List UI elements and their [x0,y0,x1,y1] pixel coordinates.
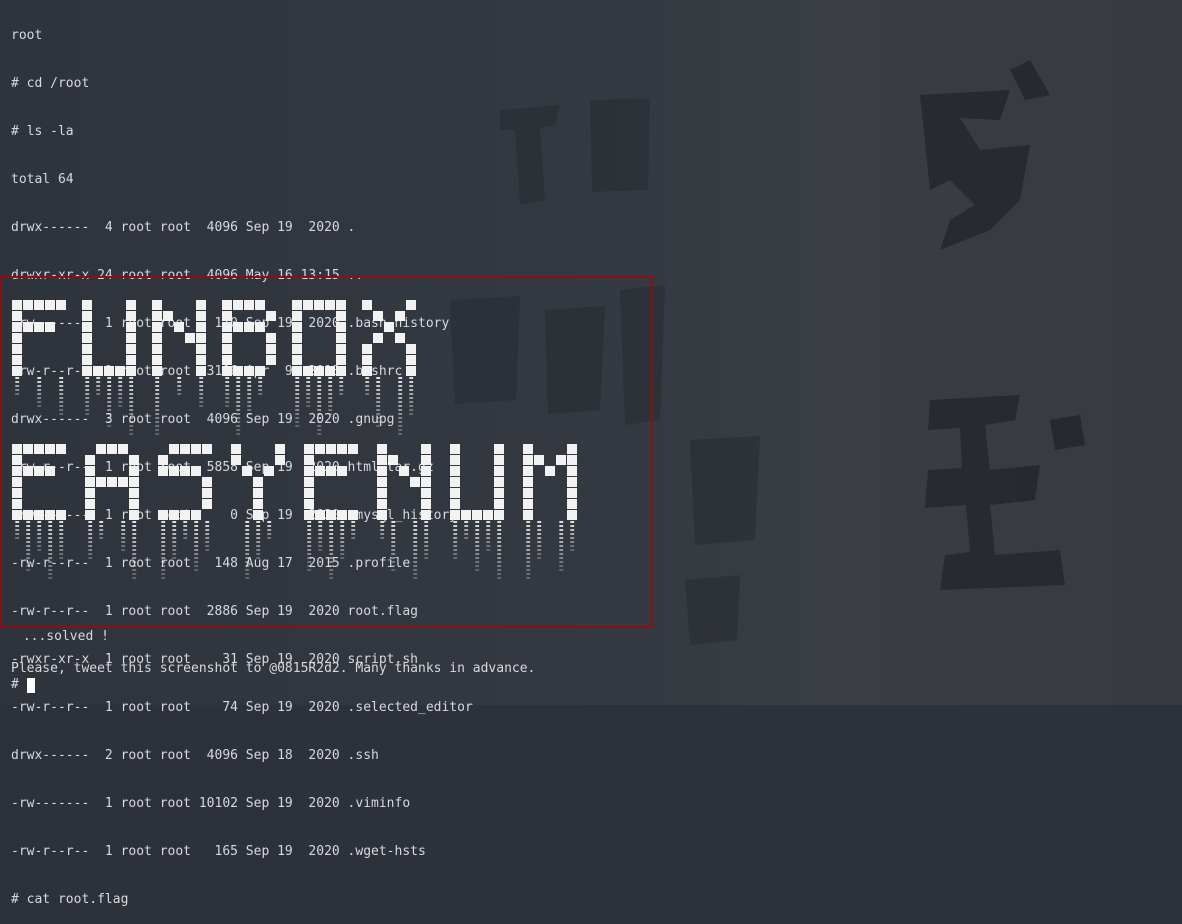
terminal-line: # ls -la [11,124,74,139]
terminal-line: total 64 [11,172,74,187]
terminal-line: # cat root.flag [11,892,129,907]
terminal-line: drwx------ 2 root root 4096 Sep 18 2020 … [11,748,379,763]
terminal-line: -rw-r--r-- 1 root root 74 Sep 19 2020 .s… [11,700,473,715]
prompt-symbol: # [11,677,19,692]
terminal-line: -rw------- 1 root root 10102 Sep 19 2020… [11,796,411,811]
solved-message: ...solved ! [15,629,109,644]
terminal-line: -rw-r--r-- 1 root root 165 Sep 19 2020 .… [11,844,426,859]
block-cursor-icon [26,677,35,693]
terminal-line: # cd /root [11,76,90,91]
terminal-line: drwx------ 4 root root 4096 Sep 19 2020 … [11,220,356,235]
tweet-message: Please, tweet this screenshot to @0815R2… [11,661,536,676]
command-prompt[interactable]: # [11,677,35,693]
terminal-line: root [11,28,43,43]
flag-highlight-box [0,276,653,628]
